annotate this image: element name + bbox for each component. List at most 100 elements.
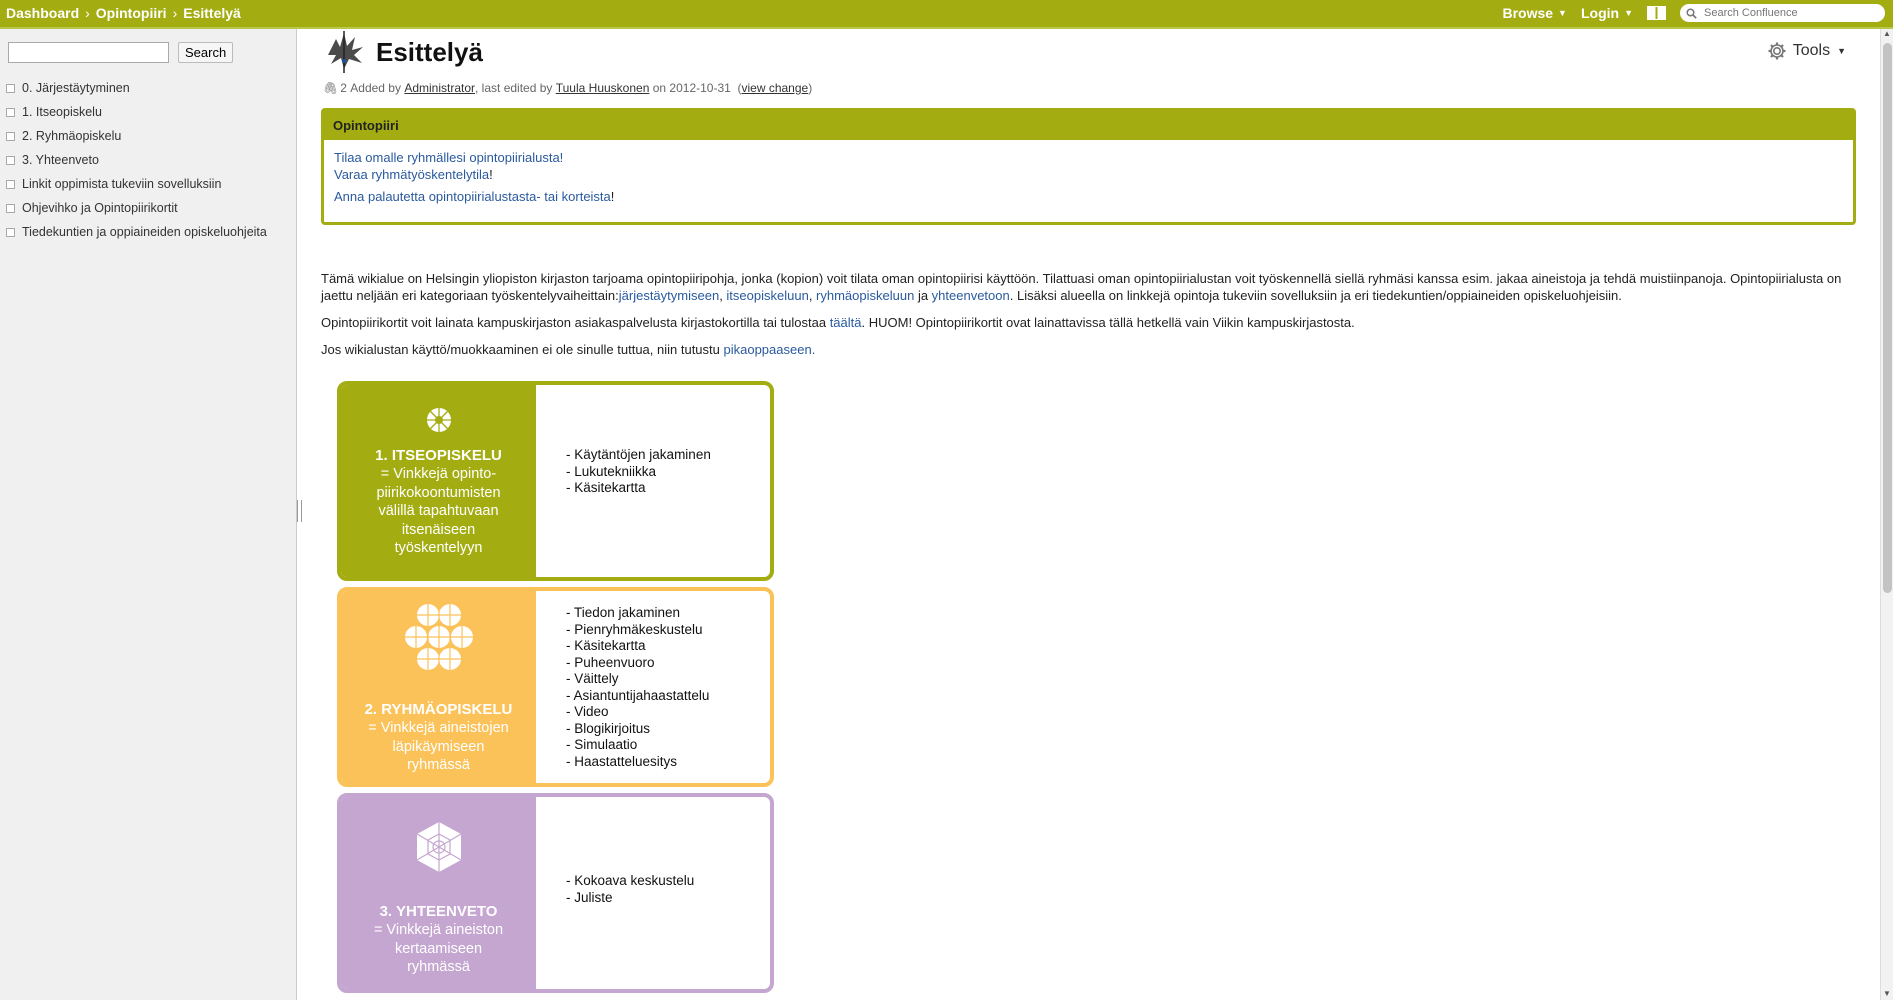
link-itseopiskelu[interactable]: itseopiskeluun — [726, 288, 808, 303]
page-tree: 0. Järjestäytyminen 1. Itseopiskelu 2. R… — [6, 76, 267, 244]
tree-node-icon — [6, 155, 15, 165]
tree-item-label: 0. Järjestäytyminen — [22, 81, 130, 95]
card-item: - Lukutekniikka — [566, 463, 657, 479]
tree-item[interactable]: 2. Ryhmäopiskelu — [6, 124, 267, 148]
card-item: - Käsitekartta — [566, 480, 646, 495]
card-item: - Asiantuntijahaastattelu — [566, 687, 710, 703]
page-title: Esittelyä — [376, 37, 483, 67]
attachment-count[interactable]: 2 — [340, 81, 347, 95]
sidebar-toggle-icon[interactable] — [1647, 6, 1666, 20]
gear-icon — [1768, 42, 1786, 60]
link-jarjestaytyminen[interactable]: järjestäytymiseen — [619, 288, 719, 303]
confluence-search-box[interactable] — [1680, 4, 1885, 22]
tree-node-icon — [6, 131, 15, 141]
tree-item-label: Linkit oppimista tukeviin sovelluksiin — [22, 177, 222, 191]
login-label: Login — [1580, 5, 1620, 21]
punctuation: ! — [610, 189, 615, 204]
browse-menu[interactable]: Browse ▼ — [1502, 5, 1567, 21]
paragraph-text: Opintopiirikortit voit lainata kampuskir… — [321, 315, 830, 330]
card-itseopiskelu[interactable]: 1. ITSEOPISKELU = Vinkkejä opinto- piiri… — [337, 381, 774, 581]
caret-down-icon: ▼ — [1624, 8, 1633, 18]
card-description-line: piirikokoontumisten — [376, 484, 501, 501]
editor-link[interactable]: Tuula Huuskonen — [556, 81, 650, 95]
card-description-line: ryhmässä — [407, 959, 470, 975]
tree-node-icon — [6, 227, 15, 237]
tree-item[interactable]: 0. Järjestäytyminen — [6, 76, 267, 100]
flower-cluster-icon — [401, 603, 476, 675]
confluence-search-input[interactable] — [1702, 6, 1876, 20]
card-title: 3. YHTEENVETO — [379, 903, 498, 920]
punctuation: ! — [489, 167, 493, 182]
book-room-link[interactable]: Varaa ryhmätyöskentelytila — [334, 167, 489, 182]
tree-item-label: 1. Itseopiskelu — [22, 105, 102, 119]
guide-paragraph: Jos wikialustan käyttö/muokkaaminen ei o… — [321, 341, 1861, 358]
card-description: = Vinkkejä aineistojen läpikäymiseen ryh… — [341, 719, 536, 775]
tree-item-label: 3. Yhteenveto — [22, 153, 99, 167]
card-description-line: työskentelyyn — [394, 540, 483, 556]
breadcrumb-separator: › — [172, 5, 178, 21]
caret-down-icon: ▼ — [1558, 8, 1567, 18]
separator: , — [808, 288, 817, 303]
breadcrumb: Dashboard › Opintopiiri › Esittelyä — [6, 5, 241, 21]
card-description-line: = Vinkkejä aineistojen — [368, 720, 509, 736]
tree-item[interactable]: Ohjevihko ja Opintopiirikortit — [6, 196, 267, 220]
card-item-list: - Tiedon jakaminen - Pienryhmäkeskustelu… — [566, 605, 709, 770]
card-item: - Blogikirjoitus — [566, 720, 651, 736]
sidebar-search-input[interactable] — [8, 42, 169, 63]
card-description-line: itsenäiseen — [401, 521, 476, 538]
card-description-line: = Vinkkejä opinto- — [380, 466, 497, 482]
single-flower-icon — [426, 408, 451, 432]
card-description-line: kertaamiseen — [394, 940, 483, 957]
scroll-down-icon[interactable]: ▼ — [1883, 989, 1891, 998]
feedback-link[interactable]: Anna palautetta opintopiirialustasta- ta… — [334, 189, 611, 204]
card-yhteenveto[interactable]: 3. YHTEENVETO = Vinkkejä aineiston kerta… — [337, 793, 774, 993]
tree-item[interactable]: Tiedekuntien ja oppiaineiden opiskeluohj… — [6, 220, 267, 244]
view-change-link[interactable]: view change — [741, 81, 808, 95]
tree-item[interactable]: Linkit oppimista tukeviin sovelluksiin — [6, 172, 267, 196]
sidebar-search-button[interactable]: Search — [178, 42, 234, 63]
card-left-panel: 1. ITSEOPISKELU = Vinkkejä opinto- piiri… — [341, 385, 536, 577]
tree-node-icon — [6, 107, 15, 117]
scrollbar-thumb[interactable] — [1883, 43, 1892, 593]
paperclip-icon[interactable]: 🖇 — [323, 81, 338, 95]
card-left-panel: 2. RYHMÄOPISKELU = Vinkkejä aineistojen … — [341, 591, 536, 783]
tree-item-label: Ohjevihko ja Opintopiirikortit — [22, 201, 178, 215]
card-item: - Väittely — [566, 671, 619, 686]
panel-title: Opintopiiri — [324, 111, 1853, 140]
opintopiiri-panel: Opintopiiri Tilaa omalle ryhmällesi opin… — [321, 108, 1856, 225]
cards-paragraph: Opintopiirikortit voit lainata kampuskir… — [321, 314, 1861, 331]
intro-paragraph: Tämä wikialue on Helsingin yliopiston ki… — [321, 270, 1861, 304]
tools-menu[interactable]: Tools ▼ — [1768, 42, 1846, 60]
card-item: - Tiedon jakaminen — [566, 605, 681, 620]
tree-item[interactable]: 3. Yhteenveto — [6, 148, 267, 172]
breadcrumb-opintopiiri[interactable]: Opintopiiri — [96, 5, 167, 21]
browse-label: Browse — [1502, 5, 1554, 21]
breadcrumb-current[interactable]: Esittelyä — [183, 5, 241, 21]
tree-node-icon — [6, 83, 15, 93]
tree-node-icon — [6, 179, 15, 189]
order-platform-link[interactable]: Tilaa omalle ryhmällesi opintopiirialust… — [334, 150, 563, 165]
added-by-label: Added by — [350, 81, 401, 95]
card-item: - Haastatteluesitys — [566, 753, 678, 769]
scroll-up-icon[interactable]: ▲ — [1883, 29, 1891, 38]
breadcrumb-dashboard[interactable]: Dashboard — [6, 5, 79, 21]
login-menu[interactable]: Login ▼ — [1581, 5, 1633, 21]
main-content: Esittelyä Tools ▼ 🖇 2 Added by Administra… — [300, 29, 1880, 1000]
link-ryhmaopiskelu[interactable]: ryhmäopiskeluun — [816, 288, 914, 303]
page-metadata: 🖇 2 Added by Administrator, last edited b… — [323, 81, 813, 95]
paragraph-text: Jos wikialustan käyttö/muokkaaminen ei o… — [321, 342, 724, 357]
tree-item-label: 2. Ryhmäopiskelu — [22, 129, 122, 143]
quick-guide-link[interactable]: pikaoppaaseen. — [724, 342, 816, 357]
print-cards-link[interactable]: täältä — [830, 315, 862, 330]
card-description: = Vinkkejä opinto- piirikokoontumisten v… — [341, 465, 536, 558]
tree-item[interactable]: 1. Itseopiskelu — [6, 100, 267, 124]
sidebar: Search 0. Järjestäytyminen 1. Itseopiske… — [0, 29, 297, 1000]
card-ryhmaopiskelu[interactable]: 2. RYHMÄOPISKELU = Vinkkejä aineistojen … — [337, 587, 774, 787]
vertical-scrollbar[interactable]: ▲ ▼ — [1880, 29, 1893, 1000]
university-logo-icon — [328, 31, 363, 73]
link-yhteenveto[interactable]: yhteenvetoon — [932, 288, 1010, 303]
top-nav: Browse ▼ Login ▼ — [1502, 4, 1885, 22]
card-item: - Simulaatio — [566, 737, 638, 752]
card-item: - Käsitekartta — [566, 638, 646, 653]
author-link[interactable]: Administrator — [404, 81, 475, 95]
